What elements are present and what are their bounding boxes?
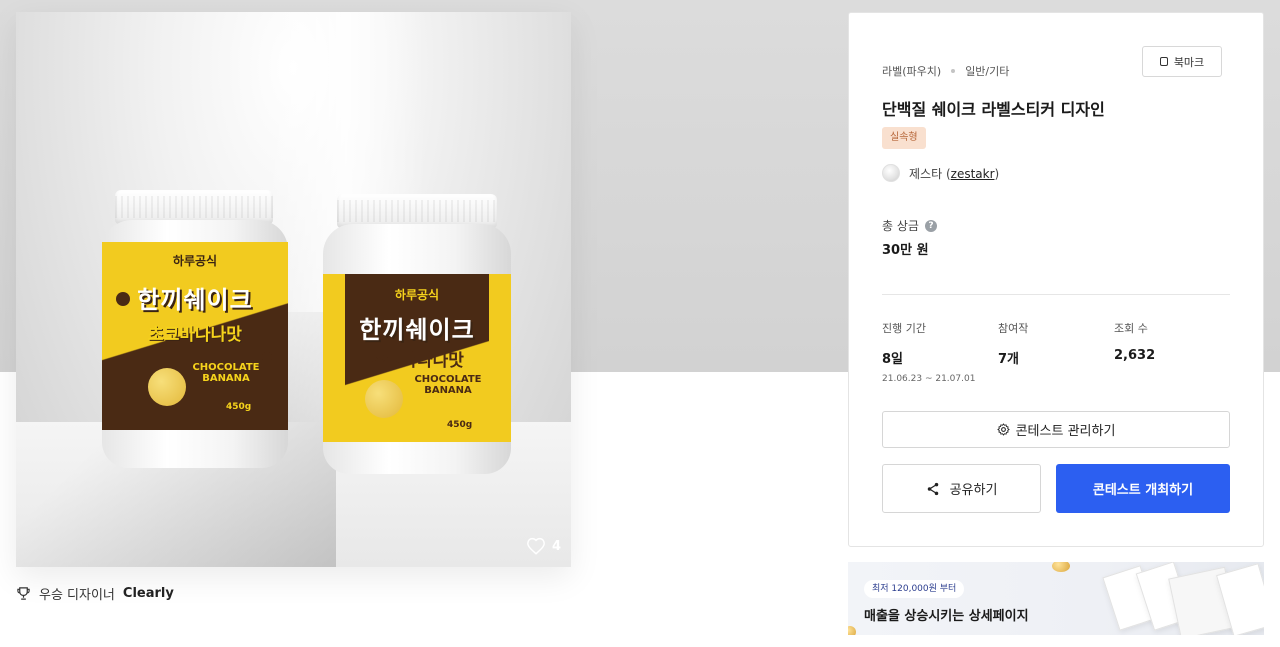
ad-headline: 매출을 상승시키는 상세페이지 bbox=[864, 609, 1029, 624]
stat-views-label: 조회 수 bbox=[1114, 322, 1148, 335]
manage-contest-button[interactable]: 콘테스트 관리하기 bbox=[882, 411, 1230, 448]
host-handle-link[interactable]: zestakr bbox=[951, 167, 995, 181]
banana-illustration bbox=[365, 380, 403, 418]
contest-title: 단백질 쉐이크 라벨스티커 디자인 bbox=[882, 100, 1105, 119]
contest-hero-image[interactable]: 하루공식 한끼쉐이크 초코바나나맛 CHOCOLATE BANANA 450g … bbox=[16, 12, 571, 567]
winner-info: 우승 디자이너 Clearly bbox=[16, 584, 174, 603]
help-icon[interactable]: ? bbox=[924, 219, 937, 232]
plan-tag: 실속형 bbox=[882, 127, 926, 149]
product-jar-left: 하루공식 한끼쉐이크 초코바나나맛 CHOCOLATE BANANA 450g bbox=[100, 190, 290, 470]
ad-price-pill: 최저 120,000원 부터 bbox=[864, 580, 965, 598]
stat-period-dates: 21.06.23 ~ 21.07.01 bbox=[882, 374, 976, 384]
winner-name[interactable]: Clearly bbox=[123, 586, 174, 601]
breadcrumb: 라벨(파우치) 일반/기타 bbox=[882, 63, 1009, 79]
jar-lid bbox=[115, 190, 273, 224]
label-english: CHOCOLATE BANANA bbox=[414, 374, 482, 396]
label-english: CHOCOLATE BANANA bbox=[192, 362, 260, 384]
bookmark-icon bbox=[1159, 57, 1168, 66]
label-weight: 450g bbox=[226, 402, 252, 412]
bookmark-button[interactable]: 북마크 bbox=[1142, 46, 1222, 77]
host-handle-paren: ) bbox=[994, 166, 1000, 181]
contest-detail-card: 라벨(파우치) 일반/기타 북마크 단백질 쉐이크 라벨스티커 디자인 실속형 … bbox=[848, 12, 1264, 547]
like-count: 4 bbox=[551, 538, 561, 554]
prize-label-text: 총 상금 bbox=[882, 219, 919, 233]
jar-label: 하루공식 한끼쉐이크 초코바나나맛 CHOCOLATE BANANA 450g bbox=[102, 242, 288, 430]
product-jar-right: 하루공식 한끼쉐이크 초코바나나맛 CHOCOLATE BANANA 450g bbox=[322, 194, 512, 476]
stat-period-label: 진행 기간 bbox=[882, 322, 926, 335]
label-product-name: 한끼쉐이크 bbox=[359, 316, 475, 344]
coin-decoration bbox=[848, 626, 856, 635]
jar-label: 하루공식 한끼쉐이크 초코바나나맛 CHOCOLATE BANANA 450g bbox=[323, 274, 511, 442]
host-name: 제스타 bbox=[909, 166, 943, 181]
like-control[interactable]: 4 bbox=[526, 537, 561, 555]
stat-entries: 참여작 7개 bbox=[998, 320, 1028, 367]
prize-label: 총 상금 ? bbox=[882, 217, 937, 234]
stat-entries-label: 참여작 bbox=[998, 322, 1029, 335]
stat-entries-value: 7개 bbox=[998, 352, 1020, 367]
share-label: 공유하기 bbox=[949, 483, 998, 498]
manage-contest-label: 콘테스트 관리하기 bbox=[1015, 424, 1116, 439]
gear-icon bbox=[996, 423, 1010, 436]
coin-decoration bbox=[1052, 562, 1070, 572]
divider bbox=[882, 294, 1230, 295]
chocolate-splash bbox=[262, 352, 272, 362]
breadcrumb-item-category[interactable]: 라벨(파우치) bbox=[882, 63, 941, 79]
host-info: 제스타 (zestakr) bbox=[882, 164, 999, 182]
bookmark-label: 북마크 bbox=[1173, 55, 1205, 69]
label-brand: 하루공식 bbox=[172, 254, 218, 268]
label-weight: 450g bbox=[447, 420, 473, 430]
host-contest-label: 콘테스트 개최하기 bbox=[1092, 483, 1194, 498]
label-brand: 하루공식 bbox=[394, 288, 440, 302]
stat-views: 조회 수 2,632 bbox=[1114, 320, 1155, 363]
share-button[interactable]: 공유하기 bbox=[882, 464, 1041, 513]
banana-illustration bbox=[148, 368, 186, 406]
trophy-icon bbox=[17, 587, 30, 600]
share-icon bbox=[927, 482, 938, 495]
ad-banner[interactable]: 최저 120,000원 부터 매출을 상승시키는 상세페이지 bbox=[848, 562, 1264, 635]
prize-value: 30만 원 bbox=[882, 243, 929, 258]
label-flavor: 초코바나나맛 bbox=[148, 325, 242, 345]
breadcrumb-separator bbox=[951, 69, 956, 73]
chocolate-splash bbox=[116, 292, 130, 306]
host-contest-button[interactable]: 콘테스트 개최하기 bbox=[1056, 464, 1230, 513]
host-avatar[interactable] bbox=[882, 164, 900, 182]
stat-period-value: 8일 bbox=[882, 352, 904, 367]
label-flavor: 초코바나나맛 bbox=[370, 351, 464, 371]
jar-lid bbox=[337, 194, 497, 228]
heart-icon bbox=[527, 537, 545, 555]
winner-label: 우승 디자이너 bbox=[39, 588, 115, 603]
stat-views-value: 2,632 bbox=[1114, 348, 1156, 363]
breadcrumb-item-subcategory[interactable]: 일반/기타 bbox=[965, 63, 1009, 79]
stat-period: 진행 기간 8일 21.06.23 ~ 21.07.01 bbox=[882, 320, 975, 384]
